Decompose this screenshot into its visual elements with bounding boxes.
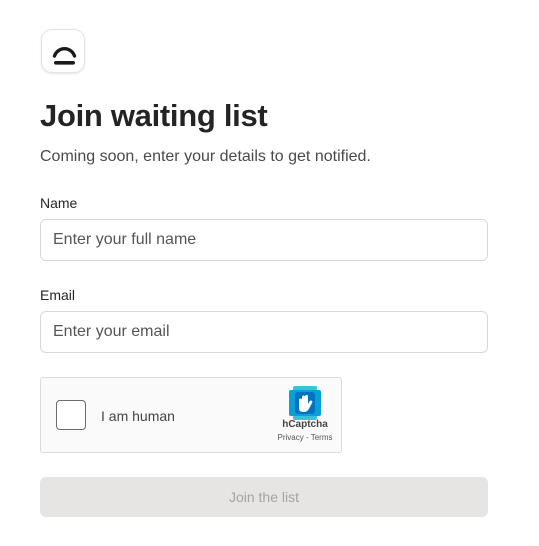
page-title: Join waiting list: [40, 98, 268, 133]
captcha-checkbox[interactable]: [56, 400, 86, 430]
hcaptcha-brand: hCaptcha: [282, 419, 328, 430]
email-label: Email: [40, 287, 76, 303]
name-label: Name: [40, 195, 78, 211]
terms-link[interactable]: Terms: [311, 433, 333, 442]
hcaptcha-logo-icon: [289, 386, 321, 420]
links-separator: -: [303, 433, 311, 442]
hcaptcha-widget: I am human hCaptcha Privacy - Terms: [40, 377, 342, 453]
hcaptcha-links: Privacy - Terms: [267, 433, 343, 442]
captcha-checkbox-label: I am human: [101, 408, 175, 424]
page-subtitle: Coming soon, enter your details to get n…: [40, 148, 371, 165]
join-list-button[interactable]: Join the list: [40, 477, 488, 517]
waitlist-page: Join waiting list Coming soon, enter you…: [0, 0, 539, 546]
name-input[interactable]: [40, 219, 488, 261]
email-input[interactable]: [40, 311, 488, 353]
privacy-link[interactable]: Privacy: [278, 433, 304, 442]
app-logo: [41, 29, 85, 73]
cloche-icon: [52, 47, 77, 65]
